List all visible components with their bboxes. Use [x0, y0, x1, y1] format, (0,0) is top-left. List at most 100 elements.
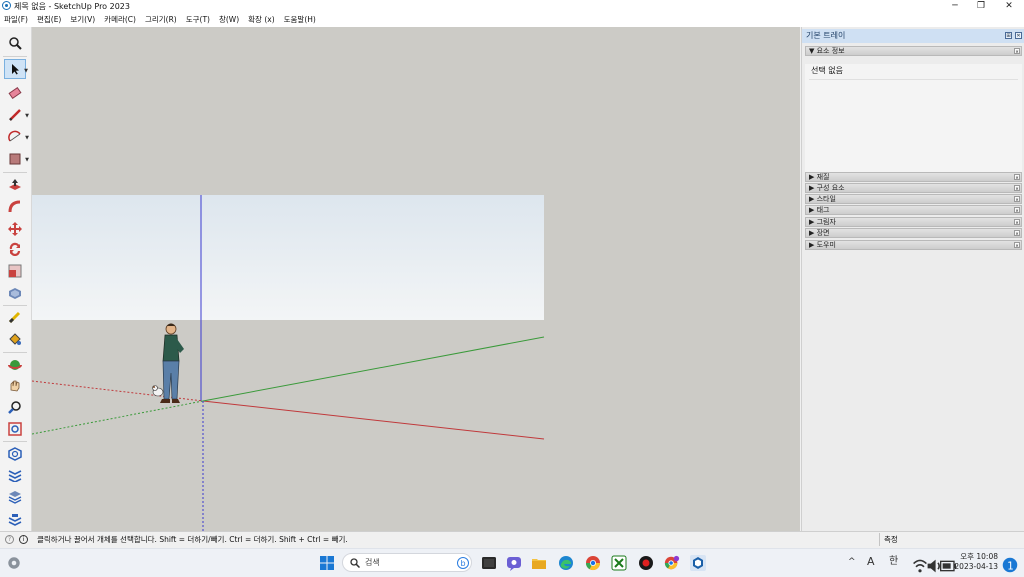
close-icon[interactable]: ✕ — [1014, 48, 1020, 54]
weather-icon[interactable] — [6, 555, 22, 571]
close-icon[interactable]: ✕ — [1015, 32, 1022, 39]
panel-label: ▶ 그림자 — [809, 218, 836, 226]
geo-location-icon[interactable]: ? — [5, 535, 14, 544]
panel-label: ▶ 스타일 — [809, 195, 836, 203]
terminal-icon[interactable] — [481, 555, 497, 571]
menu-extensions[interactable]: 확장 (x) — [244, 13, 279, 27]
close-icon[interactable]: ✕ — [1014, 207, 1020, 213]
extension-manager-tool[interactable] — [4, 511, 26, 531]
send-to-layout-tool[interactable] — [4, 487, 26, 507]
rotate-icon — [9, 242, 21, 256]
menu-window[interactable]: 창(W) — [215, 13, 244, 27]
edge-icon[interactable] — [558, 555, 574, 571]
minimize-button[interactable]: ─ — [942, 0, 968, 13]
close-icon[interactable]: ✕ — [1014, 219, 1020, 225]
rectangle-icon — [9, 153, 21, 165]
close-icon[interactable]: ✕ — [1014, 230, 1020, 236]
scale-icon — [8, 264, 22, 278]
chevron-down-icon[interactable]: ▼ — [24, 68, 28, 74]
record-icon[interactable] — [638, 555, 654, 571]
search-icon — [9, 37, 22, 50]
divider — [879, 533, 880, 546]
taskbar-search[interactable]: 검색 b — [342, 553, 472, 572]
panel-tags[interactable]: ▶ 태그 ✕ — [805, 205, 1022, 215]
ime-mode-indicator[interactable]: A — [867, 554, 875, 570]
menu-camera[interactable]: 카메라(C) — [100, 13, 141, 27]
menu-bar: 파일(F) 편집(E) 보기(V) 카메라(C) 그리기(R) 도구(T) 창(… — [0, 13, 1024, 27]
system-clock[interactable]: 오후 10:08 2023-04-13 — [952, 552, 998, 572]
tape-measure-tool[interactable] — [4, 307, 26, 327]
teams-icon[interactable] — [506, 555, 522, 571]
close-icon[interactable]: ✕ — [1014, 196, 1020, 202]
panel-materials[interactable]: ▶ 재질 ✕ — [805, 172, 1022, 182]
extension-warehouse-tool[interactable] — [4, 465, 26, 485]
3d-warehouse-tool[interactable] — [4, 444, 26, 464]
bing-icon[interactable]: b — [457, 557, 469, 569]
panel-shadows[interactable]: ▶ 그림자 ✕ — [805, 217, 1022, 227]
entity-info-status: 선택 없음 — [811, 66, 843, 75]
panel-label: ▶ 구성 요소 — [809, 184, 845, 192]
menu-view[interactable]: 보기(V) — [66, 13, 100, 27]
rotate-tool[interactable] — [4, 239, 26, 259]
tray-title: 기본 트레이 — [806, 31, 846, 40]
push-pull-tool[interactable] — [4, 175, 26, 195]
menu-draw[interactable]: 그리기(R) — [141, 13, 182, 27]
panel-instructor[interactable]: ▶ 도우미 ✕ — [805, 240, 1022, 250]
xbox-icon[interactable] — [611, 555, 627, 571]
file-explorer-icon[interactable] — [531, 555, 547, 571]
panel-scenes[interactable]: ▶ 장면 ✕ — [805, 228, 1022, 238]
chevron-up-icon[interactable]: ^ — [848, 554, 856, 570]
close-button[interactable]: ✕ — [996, 0, 1022, 13]
zoom-extents-tool[interactable] — [4, 419, 26, 439]
eraser-icon — [8, 86, 22, 100]
close-icon[interactable]: ✕ — [1014, 242, 1020, 248]
zoom-tool[interactable] — [4, 397, 26, 417]
select-tool[interactable]: ▼ — [4, 59, 28, 79]
chrome-profile-icon[interactable] — [664, 555, 680, 571]
select-arrow-icon — [12, 64, 19, 75]
windows-start-icon[interactable] — [319, 555, 335, 571]
move-tool[interactable] — [4, 219, 26, 239]
taskbar: 검색 b ^ A 한 오후 10:08 2023-04-13 1 — [0, 548, 1024, 577]
zoom-window-tool[interactable] — [4, 33, 26, 53]
sketchup-app-icon — [2, 1, 11, 10]
orbit-tool[interactable] — [4, 355, 26, 375]
chevron-down-icon[interactable]: ▼ — [25, 113, 29, 119]
close-icon[interactable]: ✕ — [1014, 185, 1020, 191]
maximize-button[interactable]: ❐ — [968, 0, 994, 13]
tape-measure-icon — [8, 311, 21, 324]
instructor-info-icon[interactable]: i — [19, 535, 28, 544]
window-title: 제목 없음 - SketchUp Pro 2023 — [14, 2, 130, 11]
chevron-down-icon[interactable]: ▼ — [25, 157, 29, 163]
panel-components[interactable]: ▶ 구성 요소 ✕ — [805, 183, 1022, 193]
offset-tool[interactable] — [4, 283, 26, 303]
sketchup-icon[interactable] — [690, 555, 706, 571]
scale-figure[interactable] — [152, 323, 185, 404]
rectangle-tool[interactable]: ▼ — [4, 149, 29, 169]
menu-help[interactable]: 도움말(H) — [280, 13, 321, 27]
menu-file[interactable]: 파일(F) — [0, 13, 33, 27]
notification-icon[interactable]: 1 — [1002, 557, 1018, 573]
drawing-area[interactable] — [32, 27, 800, 531]
panel-styles[interactable]: ▶ 스타일 ✕ — [805, 194, 1022, 204]
zoom-icon — [8, 401, 21, 414]
arc-tool[interactable]: ▼ — [4, 127, 29, 147]
line-tool[interactable]: ▼ — [4, 105, 29, 125]
menu-tools[interactable]: 도구(T) — [182, 13, 215, 27]
pin-icon[interactable]: ⊞ — [1005, 32, 1012, 39]
panel-entity-info[interactable]: ▼ 요소 정보 ✕ — [805, 46, 1022, 56]
toolbar-separator — [3, 56, 27, 57]
status-message: 클릭하거나 끌어서 개체를 선택합니다. Shift = 더하기/빼기. Ctr… — [37, 535, 348, 544]
push-pull-icon — [9, 179, 21, 190]
menu-edit[interactable]: 편집(E) — [33, 13, 66, 27]
chevron-down-icon[interactable]: ▼ — [25, 135, 29, 141]
pan-tool[interactable] — [4, 375, 26, 395]
paint-bucket-tool[interactable] — [4, 329, 26, 349]
eraser-tool[interactable] — [4, 83, 26, 103]
ime-language-indicator[interactable]: 한 — [889, 554, 898, 570]
svg-text:1: 1 — [1007, 562, 1013, 573]
scale-tool[interactable] — [4, 261, 26, 281]
close-icon[interactable]: ✕ — [1014, 174, 1020, 180]
follow-me-tool[interactable] — [4, 197, 26, 217]
chrome-icon[interactable] — [585, 555, 601, 571]
